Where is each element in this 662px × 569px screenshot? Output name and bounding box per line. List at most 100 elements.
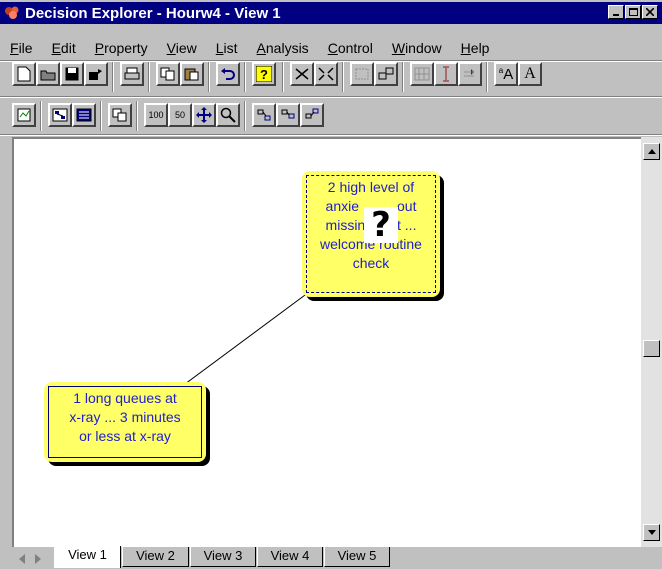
arrow-down-icon [647, 530, 656, 535]
scroll-down-button[interactable] [643, 524, 660, 541]
open-icon [40, 70, 56, 81]
menu-view[interactable]: View [157, 38, 206, 58]
menu-property[interactable]: Property [85, 38, 157, 58]
minimize-button[interactable] [608, 5, 624, 19]
toolbar-separator [244, 62, 246, 92]
tab-view-5[interactable]: View 5 [324, 547, 390, 567]
frame-button[interactable] [350, 62, 374, 86]
tab-view-1[interactable]: View 1 [54, 546, 121, 568]
expand-button[interactable] [290, 62, 314, 86]
concept-1-text: 1 long queues at x-ray ... 3 minutes or … [48, 386, 202, 458]
minimize-icon [613, 14, 619, 16]
layout-1-icon [257, 109, 271, 121]
copy-view-button[interactable] [108, 103, 132, 127]
zoom-100-button[interactable]: 100 [144, 103, 168, 127]
paste-icon [184, 68, 199, 81]
concept-1-line: or less at x-ray [79, 428, 171, 444]
link-icon [378, 67, 394, 80]
toolbar-separator [100, 101, 102, 131]
copy-icon [160, 67, 175, 81]
link-button[interactable] [374, 62, 398, 86]
close-button[interactable] [642, 5, 658, 19]
toolbar-separator [40, 101, 42, 131]
expand-icon [295, 68, 309, 80]
overview-button[interactable] [48, 103, 72, 127]
tab-view-3[interactable]: View 3 [190, 547, 256, 567]
arrow-button[interactable] [458, 62, 482, 86]
app-icon [4, 5, 22, 21]
grid-icon [414, 67, 430, 81]
list-view-button[interactable] [72, 103, 96, 127]
window-title: Decision Explorer - Hourw4 - View 1 [25, 4, 281, 22]
copy-button[interactable] [156, 62, 180, 86]
open-folder-button[interactable] [84, 62, 108, 86]
view-tab-bar: View 1 View 2 View 3 View 4 View 5 [0, 546, 662, 569]
concept-2-fragment: missin [325, 217, 366, 233]
font-style-button[interactable]: aA [494, 62, 518, 86]
font-button[interactable]: A [518, 62, 542, 86]
new-button[interactable] [12, 62, 36, 86]
font-style-label: A [503, 65, 514, 83]
undo-icon [221, 68, 235, 80]
arrow-up-icon [647, 149, 656, 154]
save-button[interactable] [60, 62, 84, 86]
menu-analysis[interactable]: Analysis [247, 38, 318, 58]
menu-list[interactable]: List [206, 38, 247, 58]
pan-button[interactable] [192, 103, 216, 127]
tab-scroll-right-button[interactable] [30, 551, 46, 567]
vertical-scrollbar[interactable] [641, 137, 662, 547]
concept-1-line: x-ray ... 3 minutes [69, 409, 181, 425]
toolbar-separator [136, 101, 138, 131]
open-folder-icon [89, 69, 102, 80]
scroll-up-button[interactable] [643, 143, 660, 160]
maximize-button[interactable] [625, 5, 641, 19]
text-cursor-button[interactable] [434, 62, 458, 86]
tab-view-2[interactable]: View 2 [122, 547, 189, 567]
toolbar-divider [0, 96, 662, 98]
view-toolbar: 100 50 [0, 101, 662, 133]
layout-2-button[interactable] [276, 103, 300, 127]
layout-3-button[interactable] [300, 103, 324, 127]
zoom-button[interactable] [216, 103, 240, 127]
map-canvas[interactable]: 2 high level of anxie out missin nt ... we… [12, 137, 641, 547]
open-button[interactable] [36, 62, 60, 86]
concept-1-line: 1 long queues at [73, 390, 177, 406]
paste-button[interactable] [180, 62, 204, 86]
undo-button[interactable] [216, 62, 240, 86]
arrow-icon [464, 68, 475, 77]
close-icon [646, 8, 654, 16]
zoom-50-button[interactable]: 50 [168, 103, 192, 127]
zoom-50-icon: 50 [174, 110, 185, 120]
svg-text:?: ? [260, 67, 268, 82]
overview-icon [52, 108, 68, 122]
tab-scroll-left-button[interactable] [14, 551, 30, 567]
menu-control[interactable]: Control [318, 38, 382, 58]
print-button[interactable] [120, 62, 144, 86]
help-cursor-icon: ? [364, 207, 398, 243]
menu-help[interactable]: Help [451, 38, 499, 58]
map-icon [17, 108, 31, 122]
help-icon: ? [256, 66, 272, 82]
menu-file[interactable]: File [0, 38, 42, 58]
map-button[interactable] [12, 103, 36, 127]
help-button[interactable]: ? [252, 62, 276, 86]
concept-2-fragment: out [397, 198, 417, 214]
print-icon [124, 67, 140, 80]
zoom-100-icon: 100 [148, 110, 164, 120]
list-view-icon [76, 108, 92, 122]
menu-window[interactable]: Window [382, 38, 451, 58]
grid-button[interactable] [410, 62, 434, 86]
collapse-button[interactable] [314, 62, 338, 86]
concept-2-fragment: anxie [325, 198, 359, 214]
copy-view-icon [112, 108, 127, 122]
text-cursor-icon [443, 66, 449, 82]
scroll-thumb[interactable] [643, 340, 660, 357]
frame-icon [355, 68, 369, 80]
menu-edit[interactable]: Edit [42, 38, 85, 58]
tab-view-4[interactable]: View 4 [257, 547, 323, 567]
layout-1-button[interactable] [252, 103, 276, 127]
arrow-left-icon [19, 554, 25, 564]
font-icon: A [524, 65, 536, 82]
arrow-right-icon [35, 554, 41, 564]
concept-1[interactable]: 1 long queues at x-ray ... 3 minutes or … [44, 382, 206, 462]
